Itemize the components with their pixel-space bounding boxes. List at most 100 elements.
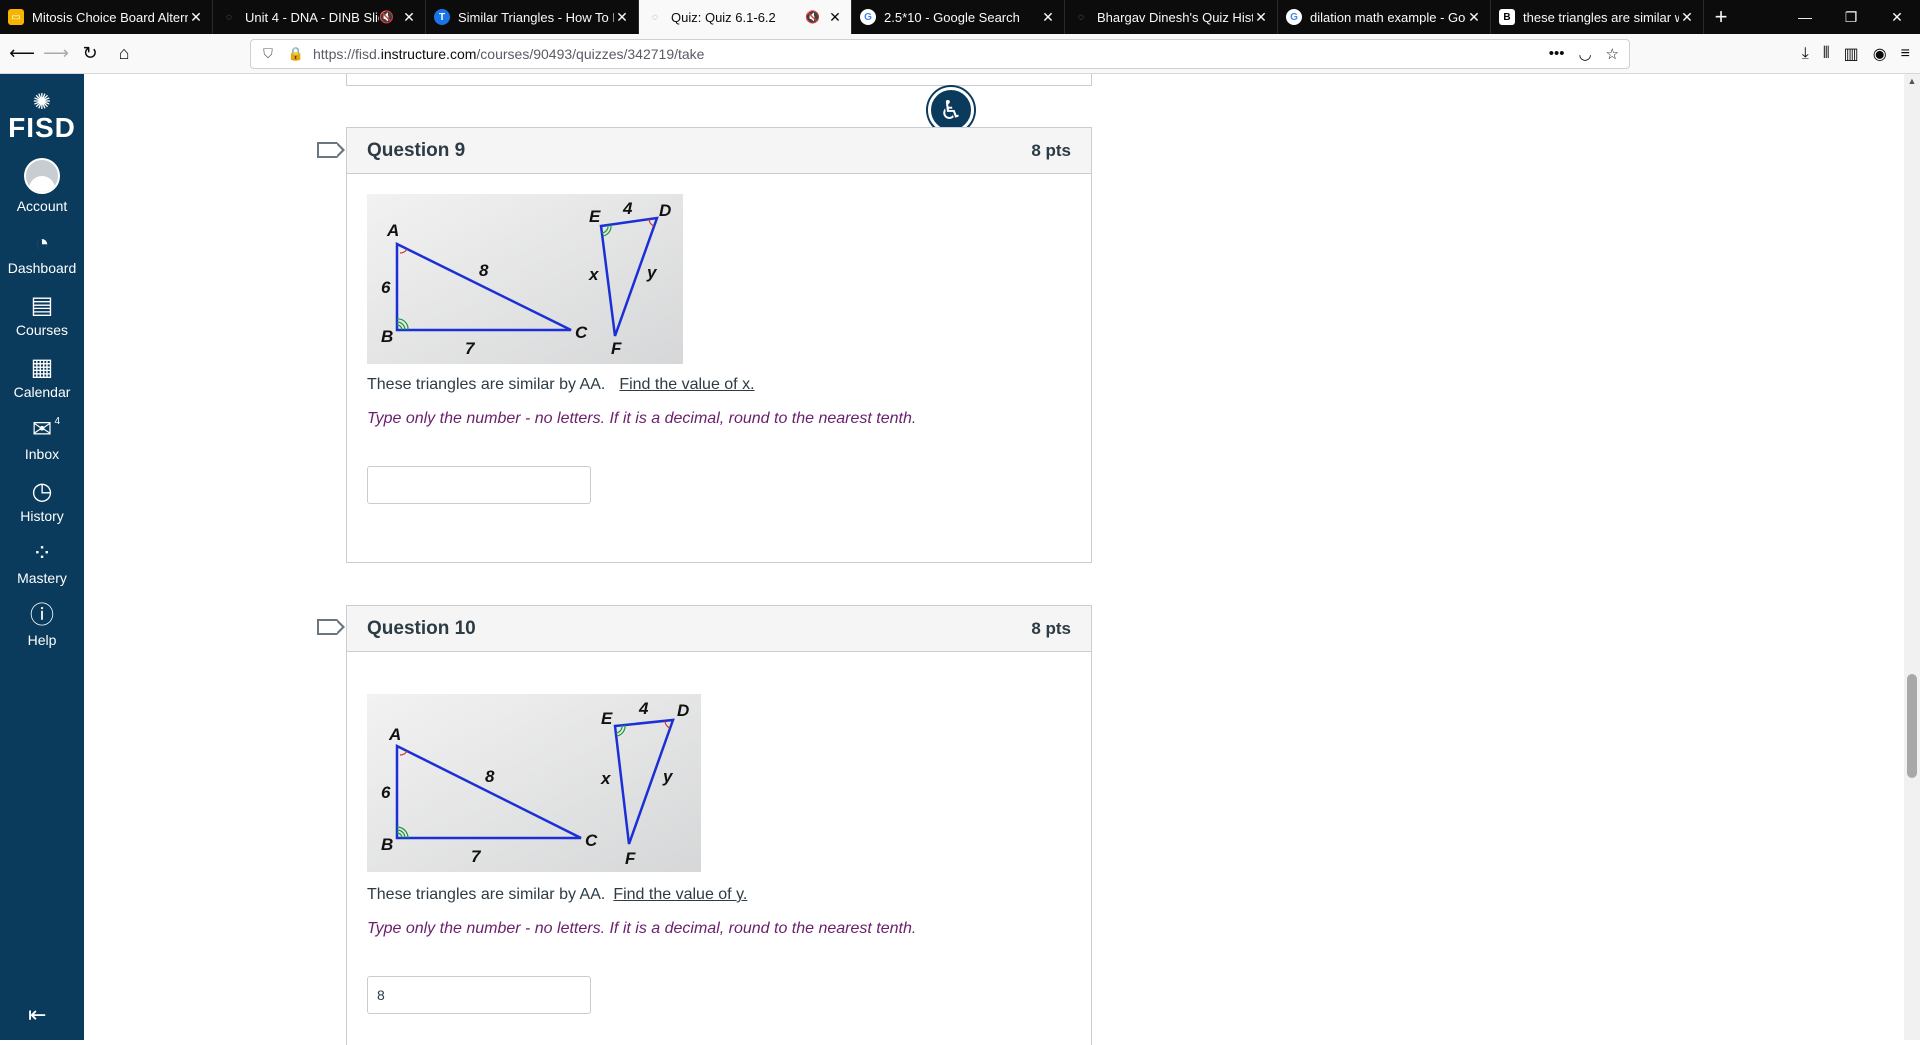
clock-icon: ◷ <box>31 478 53 505</box>
muted-icon[interactable]: 🔇 <box>805 10 821 24</box>
avatar <box>24 158 60 194</box>
close-window-icon[interactable]: ✕ <box>1874 0 1920 34</box>
menu-icon[interactable]: ≡ <box>1901 45 1910 63</box>
close-tab-icon[interactable]: ✕ <box>1466 9 1482 26</box>
nav-inbox[interactable]: ✉ 4 Inbox <box>0 408 84 470</box>
loading-icon: ◌ <box>652 11 658 23</box>
question-title: Question 10 <box>367 617 476 639</box>
question-task: Find the value of x. <box>619 376 755 393</box>
loading-icon: ◌ <box>226 11 232 23</box>
question-text: These triangles are similar by AA. Find t… <box>367 376 1071 394</box>
browser-tab[interactable]: ◌ Bhargav Dinesh's Quiz History ✕ <box>1065 0 1278 34</box>
close-tab-icon[interactable]: ✕ <box>188 9 204 26</box>
nav-calendar[interactable]: ▦ Calendar <box>0 346 84 408</box>
scrollbar-thumb[interactable] <box>1907 674 1917 778</box>
dashboard-icon: ◔ <box>34 230 50 257</box>
vertex-label: E <box>589 207 601 226</box>
question-points: 8 pts <box>1031 140 1071 160</box>
nav-label: Help <box>27 632 57 648</box>
logo-text: FISD <box>8 112 76 143</box>
close-tab-icon[interactable]: ✕ <box>827 9 843 26</box>
page-scrollbar[interactable]: ▲ <box>1904 74 1920 1040</box>
inbox-badge: 4 <box>54 416 60 427</box>
nav-mastery[interactable]: ⁘ Mastery <box>0 532 84 594</box>
side-label: 6 <box>381 783 391 802</box>
back-icon[interactable]: ⟵ <box>6 38 38 70</box>
side-label: 6 <box>381 278 391 297</box>
side-label: 8 <box>479 261 489 280</box>
side-label: 8 <box>485 767 495 786</box>
shield-icon[interactable]: ⛉ <box>257 46 279 62</box>
minimize-icon[interactable]: — <box>1782 0 1828 34</box>
nav-account[interactable]: Account <box>0 150 84 222</box>
scroll-up-icon[interactable]: ▲ <box>1904 76 1920 86</box>
tab-label: Similar Triangles - How To Prove <box>458 9 614 25</box>
mastery-icon: ⁘ <box>31 540 53 567</box>
question-header: Question 10 8 pts <box>347 606 1091 652</box>
collapse-nav-icon[interactable]: ⇤ <box>28 1002 46 1028</box>
browser-tab[interactable]: ◌ Unit 4 - DNA - DINB Slides 🔇 ✕ <box>213 0 426 34</box>
browser-tab-active[interactable]: ◌ Quiz: Quiz 6.1-6.2 🔇 ✕ <box>639 0 852 34</box>
flag-question-icon[interactable] <box>317 142 345 158</box>
nav-label: Calendar <box>13 384 71 400</box>
help-icon: ⓘ <box>30 602 54 629</box>
browser-tab[interactable]: T Similar Triangles - How To Prove ✕ <box>426 0 639 34</box>
forward-icon[interactable]: ⟶ <box>40 38 72 70</box>
sun-logo-icon: ✺ <box>32 89 52 114</box>
library-icon[interactable]: ⫴ <box>1823 45 1830 63</box>
close-tab-icon[interactable]: ✕ <box>401 9 417 26</box>
browser-toolbar: ⟵ ⟶ ↻ ⌂ ⛉ 🔒 https://fisd.instructure.com… <box>0 34 1920 74</box>
slides-icon: ▭ <box>8 9 24 25</box>
question-body: A B C E D F 6 8 7 4 x y These triangles … <box>347 174 1091 524</box>
answer-instructions: Type only the number - no letters. If it… <box>367 920 917 937</box>
url-bar[interactable]: ⛉ 🔒 https://fisd.instructure.com/courses… <box>250 39 1630 69</box>
browser-tab[interactable]: G dilation math example - Google ✕ <box>1278 0 1491 34</box>
question-task: Find the value of y. <box>613 886 748 903</box>
lock-icon[interactable]: 🔒 <box>285 46 307 62</box>
more-actions-icon[interactable]: ••• <box>1549 45 1565 63</box>
browser-tab[interactable]: ▭ Mitosis Choice Board Alternative ✕ <box>0 0 213 34</box>
tab-label: 2.5*10 - Google Search <box>884 9 1020 25</box>
answer-input[interactable] <box>367 466 591 504</box>
bookmark-star-icon[interactable]: ☆ <box>1606 45 1619 63</box>
close-tab-icon[interactable]: ✕ <box>614 9 630 26</box>
side-label: x <box>600 769 612 788</box>
vertex-label: D <box>677 701 689 720</box>
question-statement: These triangles are similar by AA. <box>367 376 606 393</box>
close-tab-icon[interactable]: ✕ <box>1253 9 1269 26</box>
browser-tab[interactable]: B these triangles are similar wh ✕ <box>1491 0 1704 34</box>
google-icon: G <box>860 9 876 25</box>
pocket-icon[interactable]: ◡ <box>1578 45 1591 63</box>
home-icon[interactable]: ⌂ <box>108 38 140 70</box>
global-navigation: ✺ FISD Account ◔ Dashboard ▤ Courses ▦ C… <box>0 74 84 1040</box>
question-card: Question 9 8 pts A B C E D F 6 8 7 4 x y… <box>346 127 1092 563</box>
browser-tab[interactable]: G 2.5*10 - Google Search ✕ <box>852 0 1065 34</box>
vertex-label: D <box>659 201 671 220</box>
sidebar-icon[interactable]: ▥ <box>1844 44 1859 64</box>
account-icon[interactable]: ◉ <box>1873 44 1887 64</box>
flag-question-icon[interactable] <box>317 619 345 635</box>
google-icon: G <box>1286 9 1302 25</box>
nav-label: Mastery <box>17 570 67 586</box>
close-tab-icon[interactable]: ✕ <box>1679 9 1695 26</box>
nav-history[interactable]: ◷ History <box>0 470 84 532</box>
close-tab-icon[interactable]: ✕ <box>1040 9 1056 26</box>
fisd-logo[interactable]: ✺ FISD <box>0 74 84 150</box>
vertex-label: E <box>601 709 613 728</box>
nav-label: Courses <box>15 322 69 338</box>
side-label: y <box>646 263 658 282</box>
nav-courses[interactable]: ▤ Courses <box>0 284 84 346</box>
answer-instructions: Type only the number - no letters. If it… <box>367 410 917 427</box>
muted-icon[interactable]: 🔇 <box>379 10 395 24</box>
nav-help[interactable]: ⓘ Help <box>0 594 84 656</box>
vertex-label: C <box>585 831 598 850</box>
question-title: Question 9 <box>367 139 466 161</box>
calendar-icon: ▦ <box>30 354 54 381</box>
similar-triangles-diagram: A B C E D F 6 8 7 4 x y <box>367 194 683 364</box>
answer-input[interactable] <box>367 976 591 1014</box>
restore-icon[interactable]: ❐ <box>1828 0 1874 34</box>
nav-dashboard[interactable]: ◔ Dashboard <box>0 222 84 284</box>
reload-icon[interactable]: ↻ <box>74 38 106 70</box>
new-tab-button[interactable]: + <box>1704 0 1738 34</box>
download-icon[interactable]: ⤓ <box>1802 45 1809 63</box>
